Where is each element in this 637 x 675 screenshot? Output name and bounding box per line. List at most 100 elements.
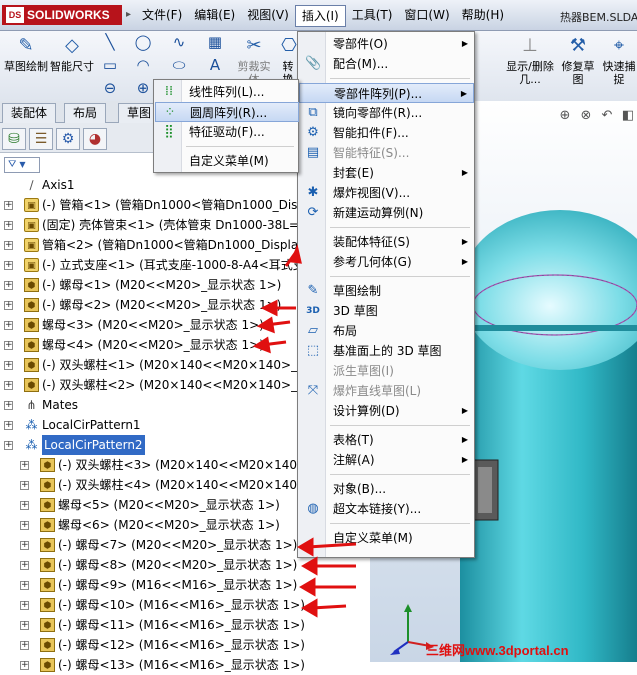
quick-snaps-label: 快速捕捉 bbox=[602, 60, 636, 86]
expand-toggle-icon[interactable]: + bbox=[4, 201, 13, 210]
expand-toggle-icon[interactable]: + bbox=[4, 441, 13, 450]
menu-item-6[interactable]: 帮助(H) bbox=[456, 5, 510, 27]
expand-toggle-icon[interactable]: + bbox=[20, 581, 29, 590]
insert-menu-item-label: 智能特征(S)... bbox=[333, 146, 410, 160]
tab-layout[interactable]: 布局 bbox=[64, 103, 107, 123]
insert-menu-item-9[interactable]: 装配体特征(S) ▶ bbox=[299, 232, 474, 252]
expand-toggle-icon[interactable]: + bbox=[20, 481, 29, 490]
expand-toggle-icon[interactable]: + bbox=[20, 541, 29, 550]
tree-row-label: (-) 螺母<9> (M16<<M16>_显示状态 1>) bbox=[58, 578, 298, 592]
expand-toggle-icon[interactable]: + bbox=[4, 301, 13, 310]
repair-sketch-button[interactable]: ⚒ 修复草图 bbox=[558, 35, 598, 86]
pattern-menu-item-2[interactable]: ⣿ 特征驱动(F)... bbox=[155, 122, 299, 142]
insert-menu-item-1[interactable]: 📎 配合(M)... bbox=[299, 54, 474, 74]
insert-menu-item-11[interactable]: ✎ 草图绘制 bbox=[299, 281, 474, 301]
circle-icon[interactable]: ◯ bbox=[134, 33, 152, 51]
menu-item-2[interactable]: 视图(V) bbox=[241, 5, 295, 27]
feature-tree-tab-icon[interactable]: ⛁ bbox=[2, 128, 26, 150]
spline-icon[interactable]: ∿ bbox=[170, 33, 188, 51]
insert-menu-item-4[interactable]: ⚙ 智能扣件(F)... bbox=[299, 123, 474, 143]
asm-icon: ▣ bbox=[24, 258, 39, 272]
expand-toggle-icon[interactable]: + bbox=[20, 461, 29, 470]
pattern-menu-item-label: 圆周阵列(R)... bbox=[190, 106, 268, 120]
display-tab-icon[interactable]: ◕ bbox=[83, 128, 107, 150]
arc-icon[interactable]: ◠ bbox=[134, 56, 152, 74]
insert-menu-item-13[interactable]: ▱ 布局 bbox=[299, 321, 474, 341]
smart-dimension-button[interactable]: ◇ 智能尺寸 bbox=[50, 35, 94, 73]
expand-toggle-icon[interactable]: + bbox=[4, 261, 13, 270]
expand-toggle-icon[interactable]: + bbox=[4, 381, 13, 390]
tree-row-label: LocalCirPattern2 bbox=[42, 435, 145, 455]
expand-toggle-icon[interactable]: + bbox=[4, 281, 13, 290]
insert-menu-item-6[interactable]: 封套(E) ▶ bbox=[299, 163, 474, 183]
expand-toggle-icon[interactable]: + bbox=[20, 561, 29, 570]
menu-item-0[interactable]: 文件(F) bbox=[136, 5, 188, 27]
expand-toggle-icon[interactable]: + bbox=[4, 401, 13, 410]
insert-menu-item-label: 配合(M)... bbox=[333, 57, 389, 71]
point-icon[interactable]: ⊕ bbox=[134, 79, 152, 97]
property-tab-icon[interactable]: ☰ bbox=[29, 128, 53, 150]
zoom-to-fit-icon[interactable]: ⊕ bbox=[556, 107, 574, 125]
insert-menu-item-10[interactable]: 参考几何体(G) ▶ bbox=[299, 252, 474, 272]
expand-toggle-icon[interactable]: + bbox=[4, 341, 13, 350]
show-hide-relations-button[interactable]: ⊥ 显示/删除几... bbox=[504, 35, 556, 86]
sketch-button[interactable]: ✎ 草图绘制 bbox=[4, 35, 48, 73]
asm-icon: ▣ bbox=[24, 238, 39, 252]
quick-snaps-button[interactable]: ⌖ 快速捕捉 bbox=[602, 35, 636, 86]
part-icon: ⬢ bbox=[40, 478, 55, 492]
solidworks-logo[interactable]: DS SOLIDWORKS bbox=[2, 5, 122, 25]
ellipse-icon[interactable]: ⬭ bbox=[170, 56, 188, 74]
expand-toggle-icon[interactable]: + bbox=[20, 521, 29, 530]
insert-menu-item-3[interactable]: ⧉ 镜向零部件(R)... bbox=[299, 103, 474, 123]
insert-menu-item-label: 基准面上的 3D 草图 bbox=[333, 344, 442, 358]
insert-menu-item-19[interactable]: 注解(A) ▶ bbox=[299, 450, 474, 470]
tree-row-label: (-) 双头螺柱<4> (M20×140<<M20×140>_显示 bbox=[58, 478, 338, 492]
config-tab-icon[interactable]: ⚙ bbox=[56, 128, 80, 150]
insert-menu-item-7[interactable]: ✱ 爆炸视图(V)... bbox=[299, 183, 474, 203]
expand-toggle-icon[interactable]: + bbox=[20, 501, 29, 510]
tab-assembly[interactable]: 装配体 bbox=[2, 103, 57, 123]
insert-menu-item-8[interactable]: ⟳ 新建运动算例(N) bbox=[299, 203, 474, 223]
document-title: 热器BEM.SLDASM bbox=[560, 11, 637, 24]
motion-icon: ⟳ bbox=[307, 205, 319, 220]
insert-menu-item-22[interactable]: 自定义菜单(M) bbox=[299, 528, 474, 548]
expand-toggle-icon[interactable]: + bbox=[4, 321, 13, 330]
section-view-icon[interactable]: ◧ bbox=[619, 107, 637, 125]
expand-toggle-icon[interactable]: + bbox=[4, 421, 13, 430]
insert-menu-item-2[interactable]: 零部件阵列(P)... ▶ bbox=[299, 83, 474, 103]
rectangle-icon[interactable]: ▭ bbox=[101, 56, 119, 74]
insert-menu-item-label: 装配体特征(S) bbox=[333, 235, 410, 249]
insert-menu-item-21[interactable]: ◍ 超文本链接(Y)... bbox=[299, 499, 474, 519]
expand-toggle-icon[interactable]: + bbox=[20, 621, 29, 630]
menu-item-4[interactable]: 工具(T) bbox=[346, 5, 399, 27]
feature-manager-panel: ⛁ ☰ ⚙ ◕ ⛛ ▼ ∕ Axis1 + ▣ (-) 管箱<1> (管箱Dn1000<管… bbox=[0, 123, 337, 672]
tree-row-label: (-) 双头螺柱<3> (M20×140<<M20×140>_显示 bbox=[58, 458, 338, 472]
line-icon[interactable]: ╲ bbox=[101, 33, 119, 51]
menu-item-3[interactable]: 插入(I) bbox=[294, 5, 346, 27]
insert-menu-item-14[interactable]: ⬚ 基准面上的 3D 草图 bbox=[299, 341, 474, 361]
grid-icon[interactable]: ▦ bbox=[206, 33, 224, 51]
expand-toggle-icon[interactable]: + bbox=[20, 661, 29, 670]
insert-menu-item-18[interactable]: 表格(T) ▶ bbox=[299, 430, 474, 450]
insert-menu-item-20[interactable]: 对象(B)... bbox=[299, 479, 474, 499]
menu-expand-icon[interactable]: ▸ bbox=[126, 5, 134, 25]
expand-toggle-icon[interactable]: + bbox=[20, 641, 29, 650]
expand-toggle-icon[interactable]: + bbox=[4, 241, 13, 250]
zoom-area-icon[interactable]: ⊗ bbox=[577, 107, 595, 125]
expand-toggle-icon[interactable]: + bbox=[20, 601, 29, 610]
previous-view-icon[interactable]: ↶ bbox=[598, 107, 616, 125]
pattern-menu-item-1[interactable]: ⁘ 圆周阵列(R)... bbox=[155, 102, 299, 122]
vessel-model[interactable] bbox=[460, 205, 637, 662]
expand-toggle-icon[interactable]: + bbox=[4, 221, 13, 230]
text-icon[interactable]: A bbox=[206, 56, 224, 74]
slot-icon[interactable]: ⊖ bbox=[101, 79, 119, 97]
insert-menu-item-17[interactable]: 设计算例(D) ▶ bbox=[299, 401, 474, 421]
expand-toggle-icon[interactable]: + bbox=[4, 361, 13, 370]
pattern-menu-item-0[interactable]: ⁞⁞ 线性阵列(L)... bbox=[155, 82, 299, 102]
insert-menu-item-12[interactable]: 3D 3D 草图 bbox=[299, 301, 474, 321]
menu-item-1[interactable]: 编辑(E) bbox=[188, 5, 241, 27]
pattern-menu-item-3[interactable]: 自定义菜单(M) bbox=[155, 151, 299, 171]
tree-filter[interactable]: ⛛ ▼ bbox=[4, 157, 40, 173]
insert-menu-item-0[interactable]: 零部件(O) ▶ bbox=[299, 34, 474, 54]
menu-item-5[interactable]: 窗口(W) bbox=[398, 5, 455, 27]
